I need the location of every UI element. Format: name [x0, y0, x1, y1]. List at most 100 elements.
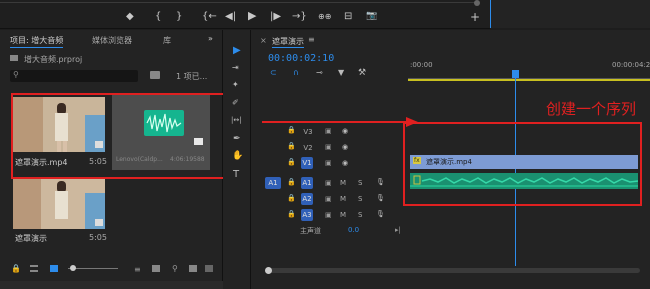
item-count: 1 项已... [176, 72, 208, 81]
lock-track-icon[interactable]: 🔒 [287, 178, 296, 186]
marker-button[interactable]: ◆ [126, 11, 134, 23]
razor-tool-icon[interactable]: ✐ [232, 98, 239, 107]
track-label[interactable]: A2 [301, 193, 313, 205]
sync-lock-icon[interactable]: ▣ [325, 179, 332, 187]
clear-icon[interactable] [205, 265, 213, 272]
scrollbar-handle-left[interactable] [265, 267, 272, 274]
step-back-button[interactable]: ◀| [225, 11, 236, 23]
project-file-row: 增大音频.prproj [10, 54, 210, 64]
project-search-input[interactable]: ⚲ [10, 70, 138, 82]
track-select-tool-icon[interactable]: ⇥ [232, 63, 239, 72]
play-button[interactable]: ▶ [248, 10, 256, 22]
mic-icon[interactable]: 🎙 [376, 194, 385, 202]
find-icon[interactable]: ⚲ [172, 264, 178, 273]
timeline-ruler[interactable] [408, 72, 650, 79]
icon-view-icon[interactable] [50, 265, 58, 272]
lock-track-icon[interactable]: 🔒 [287, 210, 296, 218]
media-item-sequence[interactable]: 遮罩演示 5:05 [13, 177, 107, 249]
solo-button[interactable]: S [358, 179, 362, 187]
go-to-end-icon[interactable]: ▸| [395, 226, 401, 234]
source-patch-a1[interactable]: A1 [265, 177, 281, 189]
export-frame-button[interactable]: 📷 [366, 10, 377, 22]
project-bottom-toolbar: 🔒 ≡ ⚲ [0, 262, 222, 276]
new-bin-icon[interactable] [150, 71, 160, 79]
mic-icon[interactable]: 🎙 [376, 210, 385, 218]
ruler-start-label: :00:00 [410, 61, 433, 69]
track-label[interactable]: A1 [301, 177, 313, 189]
track-label[interactable]: V2 [301, 144, 315, 152]
selection-tool-icon[interactable]: ▶ [233, 45, 241, 56]
eye-icon[interactable]: ◉ [342, 159, 348, 167]
step-forward-button[interactable]: |▶ [270, 11, 281, 23]
eye-icon[interactable]: ◉ [342, 143, 348, 151]
search-icon: ⚲ [13, 70, 19, 79]
tab-library[interactable]: 库 [163, 35, 171, 46]
new-item-icon[interactable] [152, 265, 160, 272]
sequence-badge-icon [95, 219, 103, 226]
go-to-in-button[interactable]: {← [202, 11, 217, 23]
mute-button[interactable]: M [340, 179, 346, 187]
sync-lock-icon[interactable]: ▣ [325, 195, 332, 203]
ripple-edit-tool-icon[interactable]: ✦ [232, 80, 239, 89]
new-bin-bottom-icon[interactable] [189, 265, 197, 272]
type-tool-icon[interactable]: T [233, 169, 239, 180]
sync-lock-icon[interactable]: ▣ [325, 127, 332, 135]
progress-line [0, 2, 478, 3]
tab-project[interactable]: 项目: 增大音频 [10, 35, 64, 48]
settings-wrench-icon[interactable]: ⚒ [358, 68, 366, 78]
lock-icon[interactable]: 🔒 [11, 264, 21, 273]
overwrite-button[interactable]: ⊟ [344, 11, 352, 23]
track-header-column [262, 120, 408, 240]
master-value[interactable]: 0.0 [348, 226, 359, 234]
track-label[interactable]: V1 [301, 157, 313, 169]
lock-track-icon[interactable]: 🔒 [287, 158, 296, 166]
media-item-name: 遮罩演示 [15, 234, 47, 243]
sort-icon[interactable]: ≡ [134, 265, 141, 274]
timecode-display[interactable]: 00:00:02:10 [268, 53, 334, 64]
track-label[interactable]: V3 [301, 128, 315, 136]
sync-lock-icon[interactable]: ▣ [325, 143, 332, 151]
slip-tool-icon[interactable]: |↔| [231, 116, 242, 124]
timeline-scrollbar[interactable] [265, 267, 640, 274]
folder-icon [10, 55, 18, 61]
sequence-menu-icon[interactable]: ≡ [308, 35, 315, 44]
mute-button[interactable]: M [340, 195, 346, 203]
more-tabs-button[interactable]: » [208, 34, 213, 43]
arrow-icon [262, 117, 418, 127]
top-transport-bar: ◆ { } {← ◀| ▶ |▶ →} ⊕⊕ ⊟ 📷 + [0, 0, 490, 29]
sync-lock-icon[interactable]: ▣ [325, 211, 332, 219]
master-label: 主声道 [300, 227, 321, 235]
solo-button[interactable]: S [358, 211, 362, 219]
lock-track-icon[interactable]: 🔒 [287, 194, 296, 202]
add-button[interactable]: + [470, 11, 480, 23]
insert-button[interactable]: ⊕⊕ [318, 11, 331, 23]
track-label[interactable]: A3 [301, 209, 313, 221]
nest-icon[interactable]: ⊂ [270, 68, 277, 77]
add-marker-icon[interactable]: ▼ [338, 68, 344, 77]
solo-button[interactable]: S [358, 195, 362, 203]
out-point-button[interactable]: } [176, 11, 182, 23]
eye-icon[interactable]: ◉ [342, 127, 348, 135]
project-filename: 增大音频.prproj [24, 55, 83, 64]
zoom-slider-handle[interactable] [70, 265, 76, 271]
lock-track-icon[interactable]: 🔒 [287, 142, 296, 150]
annotation-text: 创建一个序列 [546, 100, 637, 118]
sequence-tab-title[interactable]: 遮罩演示 [272, 36, 304, 48]
playhead-handle[interactable] [512, 70, 519, 78]
list-view-icon[interactable] [30, 265, 38, 272]
linked-selection-icon[interactable]: ⊸ [316, 68, 323, 77]
scroll-dot[interactable] [474, 0, 480, 6]
pen-tool-icon[interactable]: ✒ [233, 134, 241, 144]
in-point-button[interactable]: { [155, 11, 161, 23]
sync-lock-icon[interactable]: ▣ [325, 159, 332, 167]
snap-icon[interactable]: ∩ [293, 68, 299, 77]
tab-media-browser[interactable]: 媒体浏览器 [92, 35, 132, 46]
sequence-thumbnail [13, 177, 105, 229]
go-to-out-button[interactable]: →} [292, 11, 307, 23]
mute-button[interactable]: M [340, 211, 346, 219]
mic-icon[interactable]: 🎙 [376, 178, 385, 186]
hand-tool-icon[interactable]: ✋ [232, 151, 243, 161]
right-top-panel [490, 0, 650, 28]
work-area-bar[interactable] [408, 79, 650, 81]
close-sequence-icon[interactable]: × [260, 36, 267, 45]
